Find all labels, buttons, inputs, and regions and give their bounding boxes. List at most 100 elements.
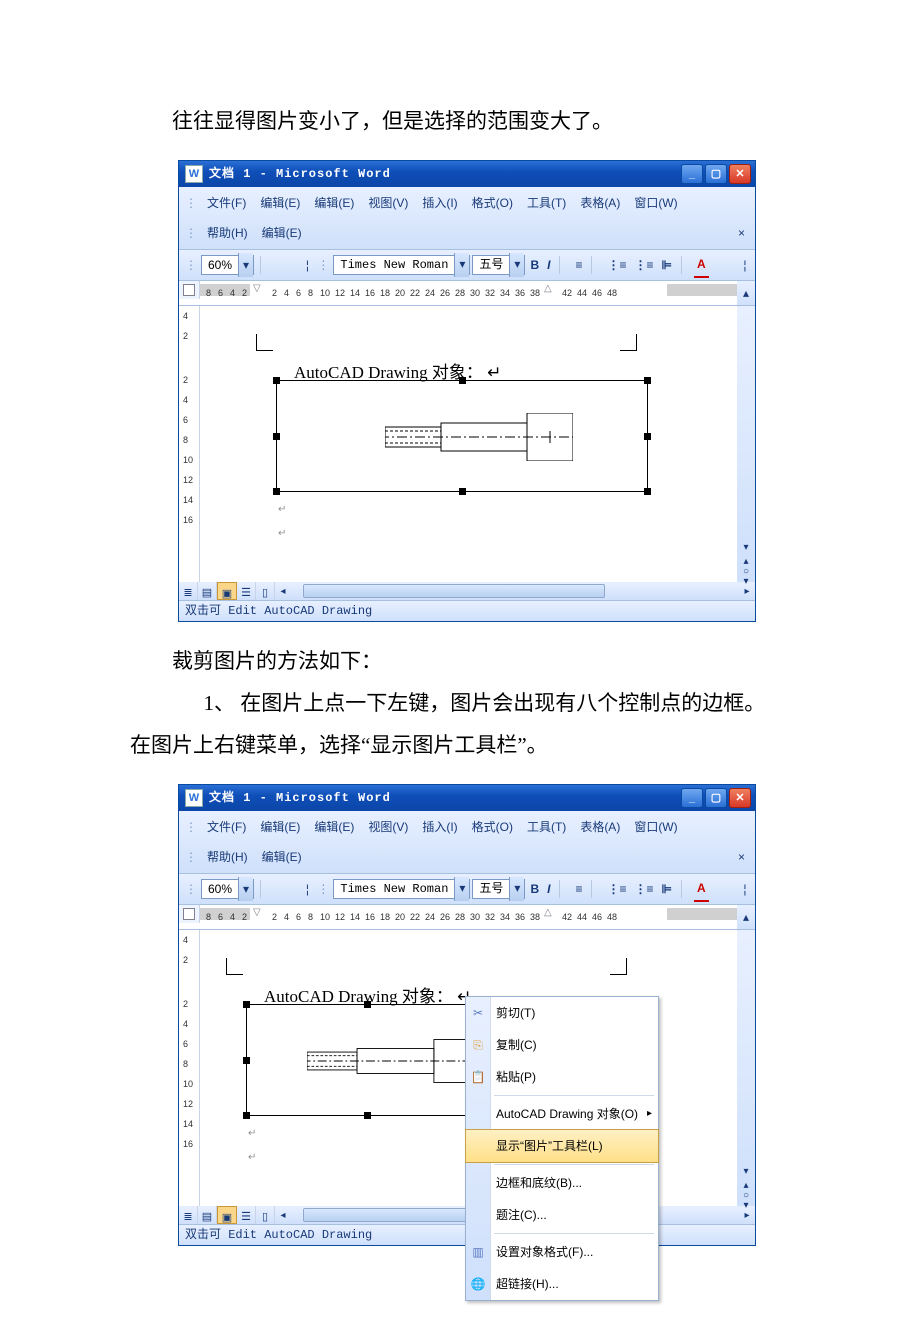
ctx-paste[interactable]: 📋 粘贴(P)	[466, 1061, 658, 1093]
scroll-up-icon[interactable]: ▴	[737, 905, 755, 929]
vscrollbar[interactable]: ▾ ▴ ○ ▾	[737, 930, 755, 1206]
menu-help[interactable]: 帮助(H)	[201, 843, 254, 871]
menu-edit-2[interactable]: 编辑(E)	[308, 813, 360, 841]
scroll-down-icon[interactable]: ▾	[737, 538, 755, 552]
menu-tools[interactable]: 工具(T)	[521, 813, 572, 841]
numbering-button[interactable]: ⋮≡	[604, 253, 629, 277]
minimize-button[interactable]: _	[681, 164, 703, 184]
indent-button[interactable]: ⊫	[659, 877, 675, 901]
hruler-scale[interactable]: 8 6 4 2 ▽ 2 4 6 8 10 12 14 16 18 20 22 2…	[200, 905, 737, 923]
vruler[interactable]: 4 2 2 4 6 8 10 12 14 16	[179, 930, 200, 1206]
menu-file[interactable]: 文件(F)	[201, 189, 252, 217]
vscrollbar[interactable]: ▾ ▴ ○ ▾	[737, 306, 755, 582]
page[interactable]: AutoCAD Drawing 对象： ↵	[200, 306, 737, 582]
font-size-select[interactable]: 五号 ▾	[472, 255, 525, 275]
menu-view[interactable]: 视图(V)	[362, 813, 414, 841]
toolbar-options-icon[interactable]: ¦	[301, 253, 313, 277]
ctx-hyperlink[interactable]: 🌐 超链接(H)...	[466, 1268, 658, 1300]
resize-handle[interactable]	[243, 1112, 250, 1119]
menu-edit-3[interactable]: 编辑(E)	[256, 219, 308, 247]
browse-select-icon[interactable]: ○	[743, 1186, 749, 1196]
vruler[interactable]: 4 2 2 4 6 8 10 12 14 16	[179, 306, 200, 582]
menu-tools[interactable]: 工具(T)	[521, 189, 572, 217]
menu-file[interactable]: 文件(F)	[201, 813, 252, 841]
indent-button[interactable]: ⊫	[659, 253, 675, 277]
view-outline-button[interactable]: ☰	[237, 582, 256, 600]
tab-selector[interactable]	[179, 281, 200, 299]
italic-button[interactable]: I	[544, 253, 553, 277]
document-close-button[interactable]: ×	[732, 221, 751, 245]
tab-selector[interactable]	[179, 905, 200, 923]
scroll-left-icon[interactable]: ◂	[275, 582, 291, 600]
ctx-show-picture-toolbar[interactable]: 显示“图片”工具栏(L)	[465, 1129, 659, 1163]
ctx-autocad-object[interactable]: AutoCAD Drawing 对象(O) ▸	[466, 1098, 658, 1130]
view-normal-button[interactable]: ≣	[179, 1206, 198, 1224]
menu-insert[interactable]: 插入(I)	[416, 189, 463, 217]
scroll-right-icon[interactable]: ▸	[739, 582, 755, 600]
toolbar-options-icon[interactable]: ¦	[739, 877, 751, 901]
menu-window[interactable]: 窗口(W)	[628, 813, 683, 841]
autocad-object[interactable]	[246, 1004, 488, 1116]
ctx-cut[interactable]: ✂ 剪切(T)	[466, 997, 658, 1029]
browse-select-icon[interactable]: ○	[743, 562, 749, 572]
font-color-button[interactable]: A	[694, 876, 709, 902]
resize-handle[interactable]	[459, 488, 466, 495]
align-button[interactable]: ≡	[572, 253, 585, 277]
toolbar-options-icon[interactable]: ¦	[301, 877, 313, 901]
font-select[interactable]: Times New Roman ▾	[333, 879, 470, 899]
resize-handle[interactable]	[459, 377, 466, 384]
bullets-button[interactable]: ⋮≡	[631, 877, 656, 901]
zoom-select[interactable]: 60% ▾	[201, 879, 254, 899]
font-select[interactable]: Times New Roman ▾	[333, 255, 470, 275]
hscrollbar[interactable]	[291, 582, 739, 600]
menu-view[interactable]: 视图(V)	[362, 189, 414, 217]
ctx-caption[interactable]: 题注(C)...	[466, 1199, 658, 1231]
view-web-button[interactable]: ▤	[198, 1206, 217, 1224]
browse-object-icon[interactable]: ▴	[743, 1176, 748, 1186]
menu-format[interactable]: 格式(O)	[466, 189, 519, 217]
resize-handle[interactable]	[273, 377, 280, 384]
scroll-left-icon[interactable]: ◂	[275, 1206, 291, 1224]
hruler-scale[interactable]: 8 6 4 2 ▽ 2 4 6 8 10 12 14 16 18 20 22 2…	[200, 281, 737, 299]
close-button[interactable]: ✕	[729, 164, 751, 184]
menu-table[interactable]: 表格(A)	[574, 813, 626, 841]
browse-object-icon[interactable]: ▾	[743, 1196, 748, 1206]
resize-handle[interactable]	[644, 377, 651, 384]
bold-button[interactable]: B	[527, 877, 542, 901]
menu-edit[interactable]: 编辑(E)	[254, 189, 306, 217]
view-outline-button[interactable]: ☰	[237, 1206, 256, 1224]
scroll-down-icon[interactable]: ▾	[737, 1162, 755, 1176]
menu-edit-2[interactable]: 编辑(E)	[308, 189, 360, 217]
bullets-button[interactable]: ⋮≡	[631, 253, 656, 277]
view-print-button[interactable]: ▣	[217, 582, 237, 600]
menu-table[interactable]: 表格(A)	[574, 189, 626, 217]
italic-button[interactable]: I	[544, 877, 553, 901]
ctx-borders[interactable]: 边框和底纹(B)...	[466, 1167, 658, 1199]
menu-format[interactable]: 格式(O)	[466, 813, 519, 841]
resize-handle[interactable]	[243, 1001, 250, 1008]
ctx-copy[interactable]: ⎘ 复制(C)	[466, 1029, 658, 1061]
view-web-button[interactable]: ▤	[198, 582, 217, 600]
align-button[interactable]: ≡	[572, 877, 585, 901]
maximize-button[interactable]: ▢	[705, 788, 727, 808]
scroll-up-icon[interactable]: ▴	[737, 281, 755, 305]
resize-handle[interactable]	[364, 1001, 371, 1008]
autocad-object[interactable]	[276, 380, 648, 492]
view-normal-button[interactable]: ≣	[179, 582, 198, 600]
resize-handle[interactable]	[243, 1057, 250, 1064]
zoom-select[interactable]: 60% ▾	[201, 255, 254, 275]
font-size-select[interactable]: 五号 ▾	[472, 879, 525, 899]
menu-edit[interactable]: 编辑(E)	[254, 813, 306, 841]
view-print-button[interactable]: ▣	[217, 1206, 237, 1224]
menu-help[interactable]: 帮助(H)	[201, 219, 254, 247]
minimize-button[interactable]: _	[681, 788, 703, 808]
resize-handle[interactable]	[273, 488, 280, 495]
bold-button[interactable]: B	[527, 253, 542, 277]
menu-insert[interactable]: 插入(I)	[416, 813, 463, 841]
toolbar-options-icon[interactable]: ¦	[739, 253, 751, 277]
ctx-format-object[interactable]: ▥ 设置对象格式(F)...	[466, 1236, 658, 1268]
view-reading-button[interactable]: ▯	[256, 582, 275, 600]
menu-edit-3[interactable]: 编辑(E)	[256, 843, 308, 871]
browse-object-icon[interactable]: ▾	[743, 572, 748, 582]
resize-handle[interactable]	[644, 488, 651, 495]
